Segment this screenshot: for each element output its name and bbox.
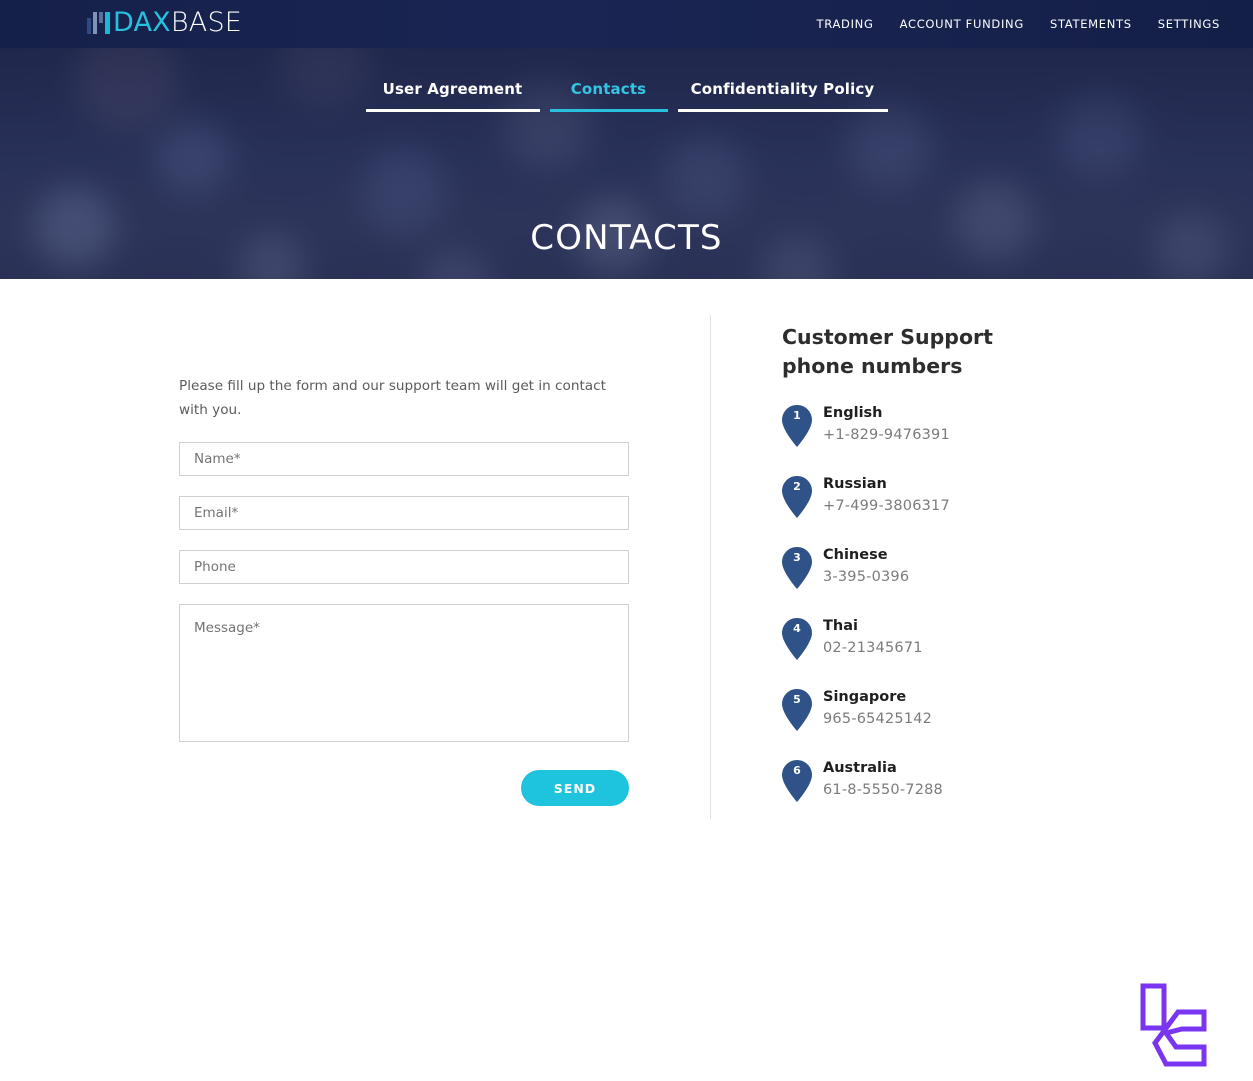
support-entry: Chinese 3-395-0396 <box>823 544 909 589</box>
support-phone-number[interactable]: +1-829-9476391 <box>823 424 950 447</box>
map-pin-icon: 3 <box>782 547 812 589</box>
name-field[interactable]: Name* <box>179 442 629 476</box>
list-item: 4 Thai 02-21345671 <box>782 615 1082 664</box>
tab-contacts-underline <box>549 109 668 112</box>
site-header: DAX BASE TRADING ACCOUNT FUNDING STATEME… <box>0 0 1253 48</box>
support-language: Singapore <box>823 689 907 705</box>
support-entry: Singapore 965-65425142 <box>823 686 932 731</box>
list-item: 5 Singapore 965-65425142 <box>782 686 1082 735</box>
pin-number: 1 <box>793 409 801 422</box>
nav-item-trading[interactable]: TRADING <box>804 0 887 48</box>
form-intro-text: Please fill up the form and our support … <box>179 378 606 418</box>
support-panel-title: Customer Support phone numbers <box>782 325 993 378</box>
nav-item-settings[interactable]: SETTINGS <box>1145 0 1233 48</box>
message-field-placeholder: Message* <box>194 620 260 636</box>
tab-confidentiality-policy-label: Confidentiality Policy <box>690 80 875 98</box>
list-item: 6 Australia 61-8-5550-7288 <box>782 757 1082 806</box>
tab-user-agreement-underline <box>365 109 540 112</box>
contact-form: Please fill up the form and our support … <box>179 374 629 806</box>
main-navigation: TRADING ACCOUNT FUNDING STATEMENTS SETTI… <box>804 0 1233 48</box>
support-language: Chinese <box>823 547 888 563</box>
logo-text-dax: DAX <box>113 7 171 38</box>
list-item: 3 Chinese 3-395-0396 <box>782 544 1082 593</box>
support-phone-number[interactable]: 02-21345671 <box>823 637 923 660</box>
tab-contacts-label: Contacts <box>570 80 647 98</box>
pin-number: 5 <box>793 693 801 706</box>
name-field-placeholder: Name* <box>194 451 241 467</box>
tab-user-agreement-label: User Agreement <box>382 80 523 98</box>
support-phone-number[interactable]: 3-395-0396 <box>823 566 909 589</box>
customer-support-panel: Customer Support phone numbers 1 English… <box>782 323 1082 828</box>
pin-number: 2 <box>793 480 801 493</box>
support-language: English <box>823 405 883 421</box>
logo[interactable]: DAX BASE <box>87 6 242 40</box>
support-language: Thai <box>823 618 858 634</box>
support-entry: Russian +7-499-3806317 <box>823 473 950 518</box>
page-content: Please fill up the form and our support … <box>0 279 1253 1067</box>
message-field[interactable]: Message* <box>179 604 629 742</box>
map-pin-icon: 2 <box>782 476 812 518</box>
page-title: CONTACTS <box>530 218 723 258</box>
logo-bars-icon <box>87 12 110 34</box>
map-pin-icon: 5 <box>782 689 812 731</box>
nav-item-account-funding[interactable]: ACCOUNT FUNDING <box>887 0 1037 48</box>
send-button-row: SEND <box>179 770 629 806</box>
content-divider <box>710 315 711 819</box>
pin-number: 4 <box>793 622 801 635</box>
send-button[interactable]: SEND <box>521 770 629 806</box>
phone-field-placeholder: Phone <box>194 559 236 575</box>
tab-confidentiality-policy-underline <box>677 109 888 112</box>
support-language: Russian <box>823 476 887 492</box>
section-tabs: User Agreement Contacts Confidentiality … <box>0 80 1253 112</box>
pin-number: 3 <box>793 551 801 564</box>
tab-contacts[interactable]: Contacts <box>549 80 668 112</box>
phone-field[interactable]: Phone <box>179 550 629 584</box>
email-field[interactable]: Email* <box>179 496 629 530</box>
support-entry: Australia 61-8-5550-7288 <box>823 757 943 802</box>
tab-user-agreement[interactable]: User Agreement <box>365 80 540 112</box>
email-field-placeholder: Email* <box>194 505 239 521</box>
pin-number: 6 <box>793 764 801 777</box>
nav-item-statements[interactable]: STATEMENTS <box>1037 0 1145 48</box>
support-phone-number[interactable]: 61-8-5550-7288 <box>823 779 943 802</box>
support-entry: Thai 02-21345671 <box>823 615 923 660</box>
support-phone-number[interactable]: 965-65425142 <box>823 708 932 731</box>
support-entry: English +1-829-9476391 <box>823 402 950 447</box>
support-language: Australia <box>823 760 897 776</box>
purple-logo-watermark-icon <box>1138 981 1210 1081</box>
tab-confidentiality-policy[interactable]: Confidentiality Policy <box>677 80 888 112</box>
list-item: 2 Russian +7-499-3806317 <box>782 473 1082 522</box>
map-pin-icon: 1 <box>782 405 812 447</box>
list-item: 1 English +1-829-9476391 <box>782 402 1082 451</box>
logo-text-base: BASE <box>170 7 243 38</box>
map-pin-icon: 6 <box>782 760 812 802</box>
hero-banner: User Agreement Contacts Confidentiality … <box>0 48 1253 279</box>
support-phone-number[interactable]: +7-499-3806317 <box>823 495 950 518</box>
map-pin-icon: 4 <box>782 618 812 660</box>
